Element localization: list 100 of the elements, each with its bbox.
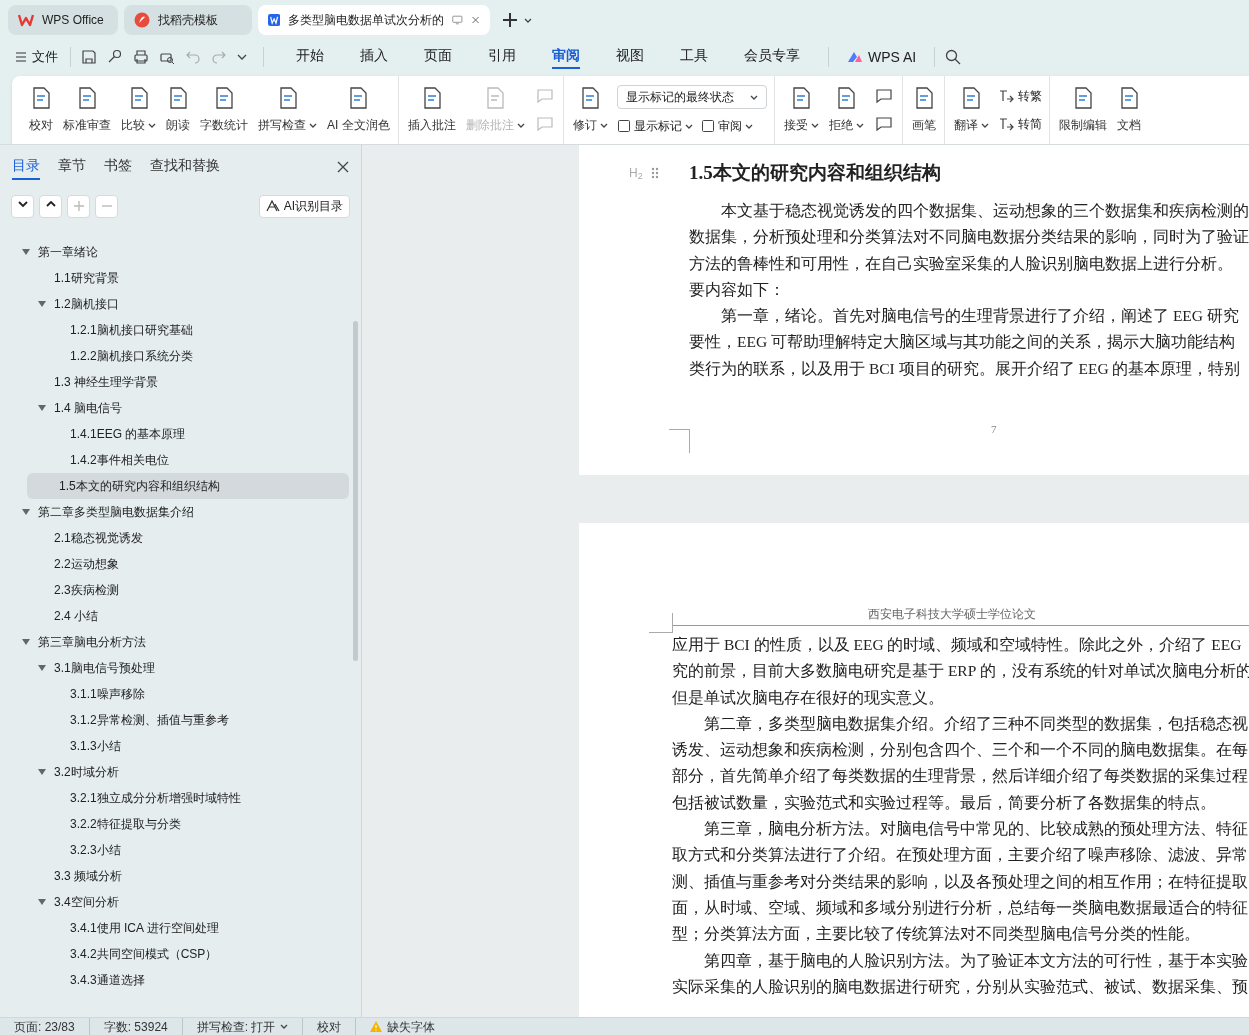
- triangle-icon: [38, 899, 46, 905]
- ribbon-button[interactable]: 转繁: [997, 87, 1042, 105]
- outline-item[interactable]: 2.3疾病检测: [38, 577, 349, 603]
- document-icon: [268, 12, 281, 28]
- outline-item[interactable]: 3.1.1噪声移除: [54, 681, 349, 707]
- outline-item[interactable]: 1.5本文的研究内容和组织结构: [27, 473, 349, 499]
- triangle-icon: [22, 509, 30, 515]
- panel-tab[interactable]: 书签: [104, 154, 132, 180]
- outline-item[interactable]: 3.2.2特征提取与分类: [54, 811, 349, 837]
- panel-tab[interactable]: 查找和替换: [150, 154, 220, 180]
- status-warning[interactable]: 缺失字体: [355, 1017, 450, 1035]
- outline-item[interactable]: 3.1.3小结: [54, 733, 349, 759]
- menu-tab[interactable]: 开始: [296, 45, 324, 69]
- redo-icon: [211, 49, 227, 65]
- outline-item[interactable]: 3.4空间分析: [38, 889, 349, 915]
- ribbon-button[interactable]: 比较: [116, 76, 161, 144]
- text-line: 型；分类算法方面，主要比较了传统算法对不同类型脑电信号分类的性能。: [672, 924, 1201, 945]
- text-line: 第一章，绪论。首先对脑电信号的生理背景进行了介绍，阐述了 EEG 研究: [720, 306, 1240, 327]
- outline-item[interactable]: 1.4.1EEG 的基本原理: [54, 421, 349, 447]
- document-icon: [213, 86, 235, 110]
- outline-item[interactable]: 2.4 小结: [38, 603, 349, 629]
- ai-button[interactable]: WPS AI: [847, 46, 917, 68]
- convert-icon: [997, 89, 1014, 103]
- menu-tab[interactable]: 审阅: [552, 45, 580, 69]
- panel-tab[interactable]: 章节: [58, 154, 86, 180]
- menu-tab[interactable]: 引用: [488, 45, 516, 69]
- outline-item[interactable]: 2.2运动想象: [38, 551, 349, 577]
- outline-item[interactable]: 3.4.3通道选择: [54, 967, 349, 993]
- close-button[interactable]: [337, 161, 349, 173]
- triangle-icon: [38, 405, 46, 411]
- menu-tab[interactable]: 视图: [616, 45, 644, 69]
- menu-icon: [16, 52, 26, 62]
- ribbon-button[interactable]: 审阅: [700, 117, 753, 135]
- ribbon-button[interactable]: 画笔: [906, 76, 941, 144]
- ribbon-button[interactable]: 文档: [1111, 76, 1146, 144]
- ribbon-button[interactable]: 接受: [778, 76, 824, 144]
- outline-item[interactable]: 1.4.2事件相关电位: [54, 447, 349, 473]
- collapse-button[interactable]: [11, 194, 34, 218]
- ribbon-button[interactable]: 翻译: [948, 76, 994, 144]
- ribbon-button[interactable]: 字数统计: [195, 76, 253, 144]
- outline-item[interactable]: 3.2时域分析: [38, 759, 349, 785]
- window-tab[interactable]: 找稻壳模板: [124, 5, 252, 35]
- ribbon-button[interactable]: 拼写检查: [253, 76, 322, 144]
- menu-tab[interactable]: 插入: [360, 45, 388, 69]
- ribbon-button[interactable]: AI 全文润色: [322, 76, 395, 144]
- next-comment-button[interactable]: [874, 116, 893, 132]
- outline-item[interactable]: 2.1稳态视觉诱发: [38, 525, 349, 551]
- outline-item[interactable]: 1.2.2脑机接口系统分类: [54, 343, 349, 369]
- scrollbar[interactable]: [353, 321, 358, 661]
- add-icon: [73, 201, 84, 211]
- ribbon-button[interactable]: 显示标记: [616, 117, 693, 135]
- outline-item[interactable]: 3.3 频域分析: [38, 863, 349, 889]
- ribbon-button[interactable]: 插入批注: [402, 76, 461, 144]
- text-line: 部分，首先简单介绍了每类数据的生理背景，然后详细介绍了每类数据的采集过程: [672, 766, 1249, 787]
- outline-item[interactable]: 1.2脑机接口: [38, 291, 349, 317]
- menu-tab[interactable]: 工具: [680, 45, 708, 69]
- window-tab[interactable]: 多类型脑电数据单试次分析的: [258, 5, 490, 35]
- outline-item[interactable]: 3.1脑电信号预处理: [38, 655, 349, 681]
- ai-toc-button[interactable]: AI识别目录: [258, 194, 350, 218]
- status-text: 字数: 53924: [88, 1017, 182, 1035]
- status-text: 校对: [302, 1017, 356, 1035]
- toolbar-button[interactable]: [81, 49, 97, 65]
- markup-dropdown[interactable]: 显示标记的最终状态: [616, 85, 767, 109]
- outline-item[interactable]: 3.4.2共同空间模式（CSP）: [54, 941, 349, 967]
- logo-icon: [134, 12, 150, 28]
- ribbon-button[interactable]: 修订: [567, 76, 613, 144]
- ribbon-button[interactable]: 标准审查: [58, 76, 116, 144]
- outline-item[interactable]: 1.1研究背景: [38, 265, 349, 291]
- document-icon: [347, 86, 370, 110]
- caret-icon: [684, 123, 693, 129]
- panel-tab[interactable]: 目录: [12, 154, 40, 180]
- ribbon-button[interactable]: 拒绝: [823, 76, 869, 144]
- text-line: 方法的鲁棒性和可用性，在自己实验室采集的人脸识别脑电数据上进行分析。: [689, 253, 1234, 274]
- ribbon-button[interactable]: 朗读: [161, 76, 195, 144]
- outline-item[interactable]: 1.4 脑电信号: [38, 395, 349, 421]
- window-tab[interactable]: WPS Office: [8, 5, 118, 35]
- outline-item[interactable]: 1.2.1脑机接口研究基础: [54, 317, 349, 343]
- outline-item[interactable]: 3.4.1使用 ICA 进行空间处理: [54, 915, 349, 941]
- outline-item[interactable]: 第一章绪论: [22, 239, 349, 265]
- outline-item[interactable]: 3.2.1独立成分分析增强时域特性: [54, 785, 349, 811]
- file-menu[interactable]: 文件: [16, 47, 58, 67]
- status-text: 页面: 23/83: [13, 1018, 76, 1035]
- ribbon-button[interactable]: 转简: [997, 115, 1042, 133]
- ribbon-button[interactable]: 限制编辑: [1053, 76, 1112, 144]
- previous-comment-button[interactable]: [874, 88, 893, 104]
- outline-item[interactable]: 1.3 神经生理学背景: [38, 369, 349, 395]
- outline-item[interactable]: 第二章多类型脑电数据集介绍: [22, 499, 349, 525]
- menu-tab[interactable]: 页面: [424, 45, 452, 69]
- text-line: 本文基于稳态视觉诱发的四个数据集、运动想象的三个数据集和疾病检测的: [720, 201, 1249, 221]
- outline-item[interactable]: 3.2.3小结: [54, 837, 349, 863]
- outline-item[interactable]: 第三章脑电分析方法: [22, 629, 349, 655]
- menu-tab[interactable]: 会员专享: [744, 45, 800, 69]
- outline-item[interactable]: 3.1.2异常检测、插值与重参考: [54, 707, 349, 733]
- ribbon-button[interactable]: 校对: [24, 76, 58, 144]
- status-dropdown[interactable]: 拼写检查: 打开: [181, 1017, 303, 1035]
- caret-icon: [744, 123, 753, 129]
- monitor-icon: [452, 14, 463, 26]
- toolbar-button[interactable]: [133, 49, 149, 65]
- expand-button[interactable]: [39, 194, 62, 218]
- triangle-icon: [38, 769, 46, 775]
